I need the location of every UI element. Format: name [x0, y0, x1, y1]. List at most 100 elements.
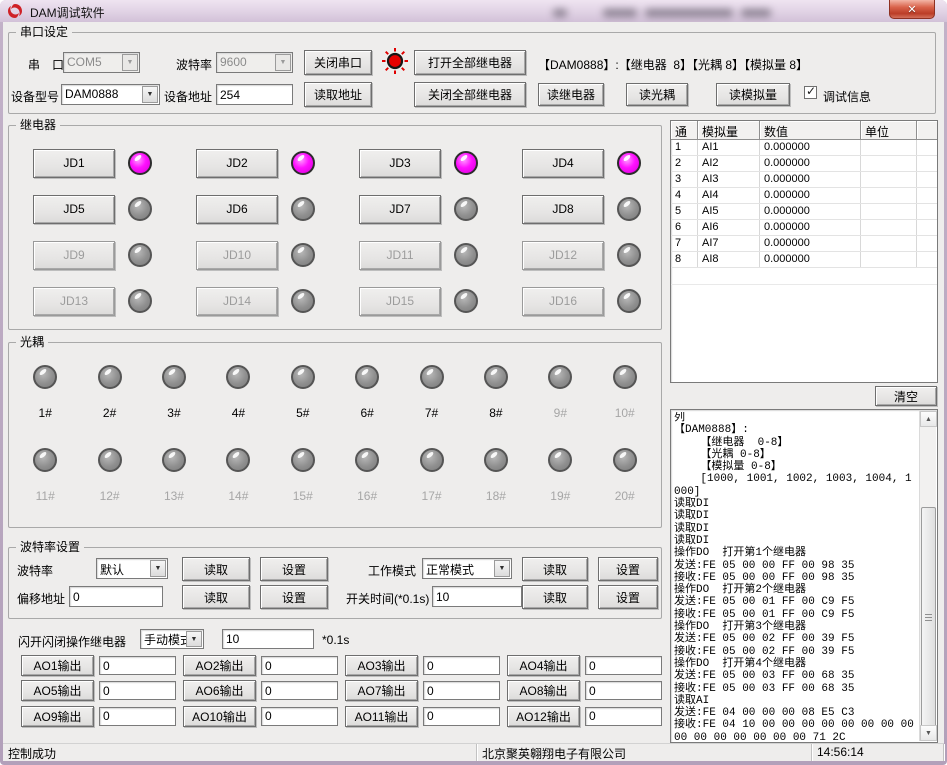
relay-button[interactable]: JD1 [33, 149, 115, 178]
baud-setting-select[interactable]: 默认 ▼ [96, 558, 168, 579]
scroll-up-button[interactable]: ▲ [920, 411, 937, 427]
work-mode-read-button[interactable]: 读取 [522, 557, 588, 581]
baud-read-button[interactable]: 读取 [182, 557, 250, 581]
ao-value-input[interactable] [423, 656, 500, 675]
opto-led-indicator [355, 448, 379, 472]
work-mode-select[interactable]: 正常模式 ▼ [422, 558, 512, 579]
ao-output-button[interactable]: AO1输出 [21, 655, 94, 676]
debug-info-checkbox[interactable]: ✓ [804, 86, 817, 99]
offset-read-button[interactable]: 读取 [182, 585, 250, 609]
clear-log-button[interactable]: 清空 [875, 386, 937, 406]
work-mode-set-button[interactable]: 设置 [598, 557, 658, 581]
ao-output-button[interactable]: AO6输出 [183, 680, 256, 701]
relay-led-indicator [128, 197, 152, 221]
read-analog-button[interactable]: 读模拟量 [716, 83, 790, 106]
relay-button[interactable]: JD8 [522, 195, 604, 224]
relay-button[interactable]: JD11 [359, 241, 441, 270]
scroll-thumb[interactable] [921, 507, 936, 729]
baud-set-button[interactable]: 设置 [260, 557, 328, 581]
flash-time-input[interactable] [222, 629, 314, 649]
relay-button[interactable]: JD4 [522, 149, 604, 178]
flash-mode-select[interactable]: 手动模式 ▼ [140, 629, 204, 649]
device-model-select[interactable]: DAM0888 ▼ [61, 84, 160, 105]
ao-output-button[interactable]: AO2输出 [183, 655, 256, 676]
opto-led-indicator [98, 448, 122, 472]
relay-button-label: JD15 [386, 294, 414, 308]
read-relay-button[interactable]: 读继电器 [538, 83, 604, 106]
ao-value-input[interactable] [585, 656, 662, 675]
device-address-input[interactable] [216, 84, 293, 105]
table-row: 4 AI4 0.000000 [671, 188, 937, 204]
baud-rate-select[interactable]: 9600 ▼ [216, 52, 293, 73]
ao-value-input[interactable] [423, 707, 500, 726]
relay-button-label: JD6 [226, 202, 247, 216]
ao-output-button[interactable]: AO8输出 [507, 680, 580, 701]
ao-value-input[interactable] [99, 656, 176, 675]
ao-output-button[interactable]: AO4输出 [507, 655, 580, 676]
app-window: DAM调试软件 ✕ 串口设定 串 口 COM5 ▼ 波特率 9600 ▼ 关闭串… [0, 0, 947, 765]
flash-mode-value: 手动模式 [144, 631, 192, 648]
ao-value-input[interactable] [585, 681, 662, 700]
log-line: 接收:FE 05 00 02 FF 00 39 F5 [674, 646, 917, 658]
relay-button[interactable]: JD5 [33, 195, 115, 224]
ao-output-button[interactable]: AO5输出 [21, 680, 94, 701]
ao-output-button-label: AO6输出 [195, 682, 243, 699]
switch-time-set-button[interactable]: 设置 [598, 585, 658, 609]
relay-button[interactable]: JD16 [522, 287, 604, 316]
relay-button[interactable]: JD9 [33, 241, 115, 270]
scroll-down-button[interactable]: ▼ [920, 725, 937, 741]
close-port-button[interactable]: 关闭串口 [304, 50, 372, 75]
cell-extra [917, 252, 937, 267]
relay-button[interactable]: JD12 [522, 241, 604, 270]
opto-cell: 10# [593, 357, 657, 440]
offset-set-button[interactable]: 设置 [260, 585, 328, 609]
relay-button[interactable]: JD2 [196, 149, 278, 178]
cell-value: 0.000000 [760, 172, 861, 187]
cell-name: AI8 [698, 252, 760, 267]
relay-led-indicator [617, 151, 641, 175]
log-output[interactable]: 列【DAM0888】: 【继电器 0-8】 【光耦 0-8】 【模拟量 0-8】… [670, 409, 938, 743]
relay-button[interactable]: JD14 [196, 287, 278, 316]
opto-led-indicator [548, 448, 572, 472]
chevron-down-icon: ▼ [186, 631, 202, 647]
relay-button[interactable]: JD13 [33, 287, 115, 316]
relay-button[interactable]: JD15 [359, 287, 441, 316]
relay-cell: JD15 [335, 278, 498, 324]
ao-value-input[interactable] [261, 656, 338, 675]
close-button[interactable]: ✕ [889, 0, 935, 19]
ao-output-button[interactable]: AO3输出 [345, 655, 418, 676]
switch-time-input[interactable] [432, 586, 522, 607]
relay-button-label: JD9 [63, 248, 84, 262]
ao-output-button[interactable]: AO12输出 [507, 706, 580, 727]
company-name: 北京聚英翱翔电子有限公司 [477, 744, 812, 761]
offset-address-input[interactable] [69, 586, 163, 607]
ao-value-input[interactable] [99, 707, 176, 726]
ao-value-input[interactable] [261, 681, 338, 700]
cell-extra [917, 156, 937, 171]
log-line: 接收:FE 05 00 03 FF 00 68 35 [674, 683, 917, 695]
ao-output-button[interactable]: AO9输出 [21, 706, 94, 727]
com-port-select[interactable]: COM5 ▼ [63, 52, 140, 73]
ao-value-input[interactable] [261, 707, 338, 726]
read-address-button[interactable]: 读取地址 [304, 82, 372, 107]
open-all-relays-button[interactable]: 打开全部继电器 [414, 50, 526, 75]
switch-time-read-button[interactable]: 读取 [522, 585, 588, 609]
log-scrollbar[interactable]: ▲ ▼ [919, 411, 936, 741]
relay-button[interactable]: JD10 [196, 241, 278, 270]
relay-led-indicator [617, 197, 641, 221]
device-info-label: 【DAM0888】:【继电器 8】【光耦 8】【模拟量 8】 [538, 56, 808, 73]
ao-value-input[interactable] [585, 707, 662, 726]
relay-button[interactable]: JD6 [196, 195, 278, 224]
cell-name: AI5 [698, 204, 760, 219]
ao-output-button[interactable]: AO11输出 [345, 706, 418, 727]
relay-button[interactable]: JD7 [359, 195, 441, 224]
read-opto-button[interactable]: 读光耦 [626, 83, 688, 106]
relay-button-label: JD11 [386, 248, 413, 262]
relay-button[interactable]: JD3 [359, 149, 441, 178]
ao-value-input[interactable] [99, 681, 176, 700]
ao-output-button[interactable]: AO7输出 [345, 680, 418, 701]
log-line: 读取DI [674, 498, 917, 510]
close-all-relays-button[interactable]: 关闭全部继电器 [414, 82, 526, 107]
ao-value-input[interactable] [423, 681, 500, 700]
ao-output-button[interactable]: AO10输出 [183, 706, 256, 727]
